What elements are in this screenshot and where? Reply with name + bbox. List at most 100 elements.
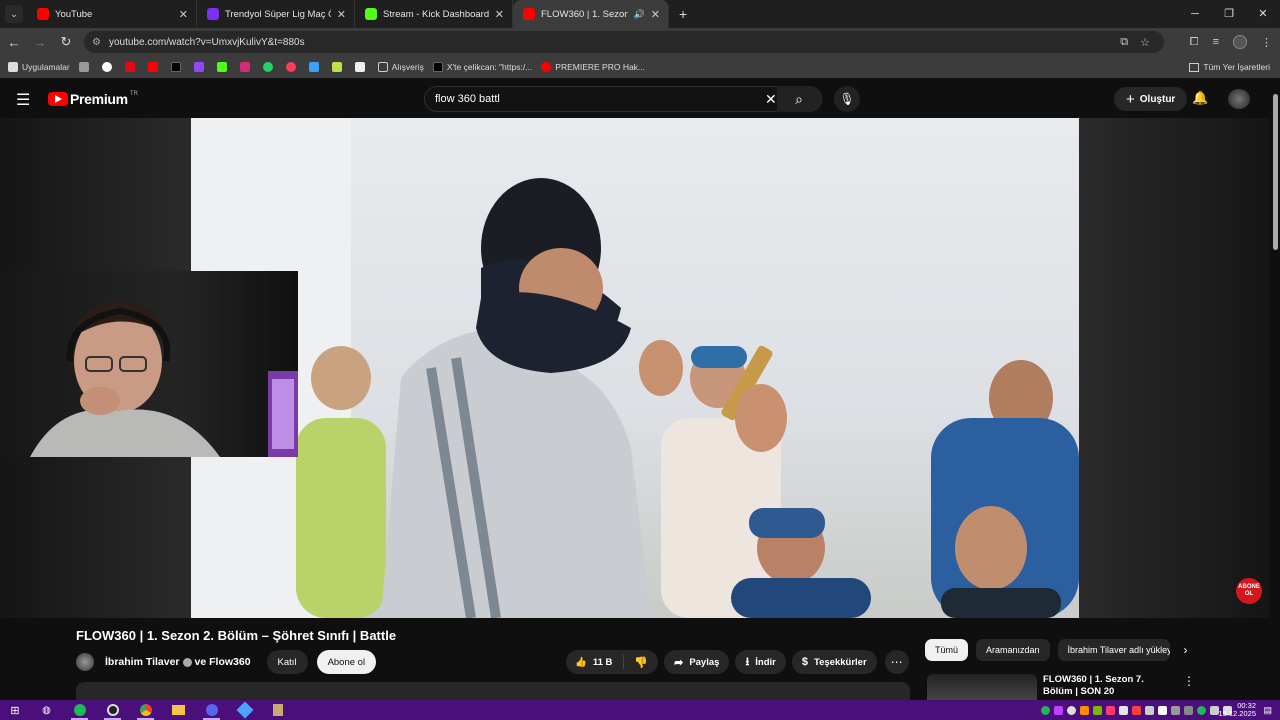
tray-mic-icon[interactable]: [1145, 705, 1154, 715]
tray-usb-icon[interactable]: [1119, 705, 1128, 715]
kick-icon: [216, 62, 227, 72]
bookmark-red[interactable]: [285, 62, 300, 72]
tab-youtube[interactable]: YouTube ✕: [27, 0, 197, 28]
chevron-right-icon[interactable]: ›: [1184, 643, 1188, 657]
more-vertical-icon[interactable]: ⋮: [1183, 674, 1195, 688]
bookmark-capcut[interactable]: [354, 62, 369, 72]
account-avatar[interactable]: [1228, 89, 1250, 109]
recommendation-thumbnail[interactable]: [927, 674, 1037, 700]
browser-menu-icon[interactable]: ⋮: [1261, 36, 1272, 49]
bookmark-netflix[interactable]: [124, 62, 139, 72]
tray-app-icon[interactable]: [1080, 705, 1089, 715]
chip-all[interactable]: Tümü: [925, 639, 969, 661]
back-icon[interactable]: ←: [2, 35, 26, 50]
page-scrollbar[interactable]: [1270, 80, 1280, 700]
join-button[interactable]: Katıl: [266, 650, 308, 674]
bookmark-twitch[interactable]: [193, 62, 208, 72]
windows-start-icon[interactable]: ⊞: [0, 704, 30, 717]
scrollbar-thumb[interactable]: [1273, 94, 1278, 250]
tray-nvidia-icon[interactable]: [1093, 705, 1102, 715]
bookmark-x[interactable]: [170, 62, 185, 72]
tray-app-icon[interactable]: [1184, 705, 1193, 715]
more-actions-button[interactable]: ⋯: [884, 650, 909, 674]
create-button[interactable]: + Oluştur: [1114, 87, 1188, 111]
new-tab-button[interactable]: +: [679, 6, 687, 22]
search-input[interactable]: [425, 93, 745, 105]
thanks-button[interactable]: $ Teşekkürler: [791, 650, 877, 674]
bookmark-youtube[interactable]: [147, 62, 162, 72]
bookmark-instagram[interactable]: [239, 62, 254, 72]
description-box[interactable]: [76, 682, 910, 700]
reload-icon[interactable]: ↻: [54, 34, 78, 50]
obs-icon[interactable]: [96, 700, 129, 720]
taskbar-clock[interactable]: 00:32 15.12.2025: [1218, 702, 1256, 718]
notifications-bell-icon[interactable]: 🔔: [1192, 90, 1208, 106]
chip-uploader[interactable]: İbrahim Tilaver adlı yükleyicinin: [1057, 639, 1170, 661]
tab-kick[interactable]: Stream - Kick Dashboard ✕: [355, 0, 513, 28]
bookmark-whatsapp[interactable]: [262, 62, 277, 72]
bookmark-leaf[interactable]: [331, 62, 346, 72]
subscribe-button[interactable]: Abone ol: [316, 650, 377, 674]
tray-app-icon[interactable]: [1132, 705, 1141, 715]
bookmark-grid[interactable]: [78, 62, 93, 72]
tray-app-icon[interactable]: [1197, 705, 1206, 715]
bookmark-kick[interactable]: [216, 62, 231, 72]
extensions-icon[interactable]: ⧠: [1190, 36, 1199, 49]
app-blue-icon[interactable]: [228, 700, 261, 720]
site-info-icon[interactable]: ⚙: [92, 37, 101, 48]
menu-icon[interactable]: ☰: [16, 90, 30, 110]
search-button[interactable]: ⌕: [777, 86, 821, 112]
spotify-icon[interactable]: [63, 700, 96, 720]
tray-network-icon[interactable]: [1158, 705, 1167, 715]
all-bookmarks[interactable]: Tüm Yer İşaretleri: [1189, 62, 1270, 72]
bookmark-star-icon[interactable]: ☆: [1140, 36, 1150, 49]
reading-list-icon[interactable]: ≡: [1213, 36, 1219, 48]
minimize-icon[interactable]: ─: [1178, 0, 1212, 28]
league-icon[interactable]: [261, 700, 294, 720]
tray-obs-icon[interactable]: [1067, 705, 1076, 715]
profile-avatar[interactable]: [1233, 35, 1247, 49]
url-bar[interactable]: ⚙ youtube.com/watch?v=UmxvjKulivY&t=880s: [84, 31, 1164, 53]
bookmark-folder-shopping[interactable]: Alışveriş: [377, 62, 424, 72]
tray-spotify-icon[interactable]: [1041, 705, 1050, 715]
like-button[interactable]: 👍 11 B: [566, 655, 625, 669]
bookmark-premiere[interactable]: PREMIERE PRO Hak...: [541, 62, 645, 72]
channel-name[interactable]: İbrahim Tilaver ve Flow360: [105, 656, 251, 668]
recommendation-title[interactable]: FLOW360 | 1. Sezon 7. Bölüm | SON 20: [1043, 674, 1173, 700]
voice-search-button[interactable]: 🎙: [834, 86, 860, 112]
close-tab-icon[interactable]: ✕: [651, 8, 660, 21]
dislike-button[interactable]: 👎: [624, 656, 658, 669]
bookmark-x-link[interactable]: X'te çelikcan: "https:/...: [432, 62, 532, 72]
video-player[interactable]: [191, 118, 1079, 618]
tab-search-button[interactable]: ⌄: [5, 5, 23, 23]
download-button[interactable]: ⭳ İndir: [735, 650, 786, 674]
channel-avatar[interactable]: [76, 653, 94, 671]
subscribe-overlay-badge[interactable]: ABONE OL: [1236, 578, 1262, 604]
close-tab-icon[interactable]: ✕: [337, 8, 346, 21]
tab-trendyol[interactable]: Trendyol Süper Lig Maç Özetleri ✕: [197, 0, 355, 28]
tray-app-icon[interactable]: [1106, 705, 1115, 715]
steam-icon[interactable]: ◍: [30, 700, 63, 720]
share-button[interactable]: ➦ Paylaş: [664, 650, 730, 674]
clear-search-icon[interactable]: ✕: [765, 91, 777, 108]
bookmark-blue[interactable]: [308, 62, 323, 72]
close-tab-icon[interactable]: ✕: [495, 8, 504, 21]
forward-icon[interactable]: →: [28, 35, 52, 50]
speaker-icon[interactable]: 🔊: [634, 9, 645, 20]
file-explorer-icon[interactable]: [162, 700, 195, 720]
twitch-icon: [193, 62, 204, 72]
cast-icon[interactable]: ⧉: [1120, 36, 1128, 49]
tab-flow360[interactable]: FLOW360 | 1. Sezon 2. Bölüm 🔊 ✕: [513, 0, 669, 28]
chip-from-search[interactable]: Aramanızdan: [976, 639, 1050, 661]
discord-icon[interactable]: [195, 700, 228, 720]
restore-icon[interactable]: ❐: [1212, 0, 1246, 28]
close-window-icon[interactable]: ✕: [1246, 0, 1280, 28]
youtube-logo[interactable]: Premium TR: [48, 91, 138, 107]
bookmark-google[interactable]: [101, 62, 116, 72]
chrome-icon[interactable]: [129, 700, 162, 720]
close-tab-icon[interactable]: ✕: [179, 8, 188, 21]
notifications-icon[interactable]: ▤: [1263, 705, 1272, 716]
tray-app-icon[interactable]: [1171, 705, 1180, 715]
tray-app-icon[interactable]: [1054, 705, 1063, 715]
bookmark-apps[interactable]: Uygulamalar: [8, 62, 70, 72]
